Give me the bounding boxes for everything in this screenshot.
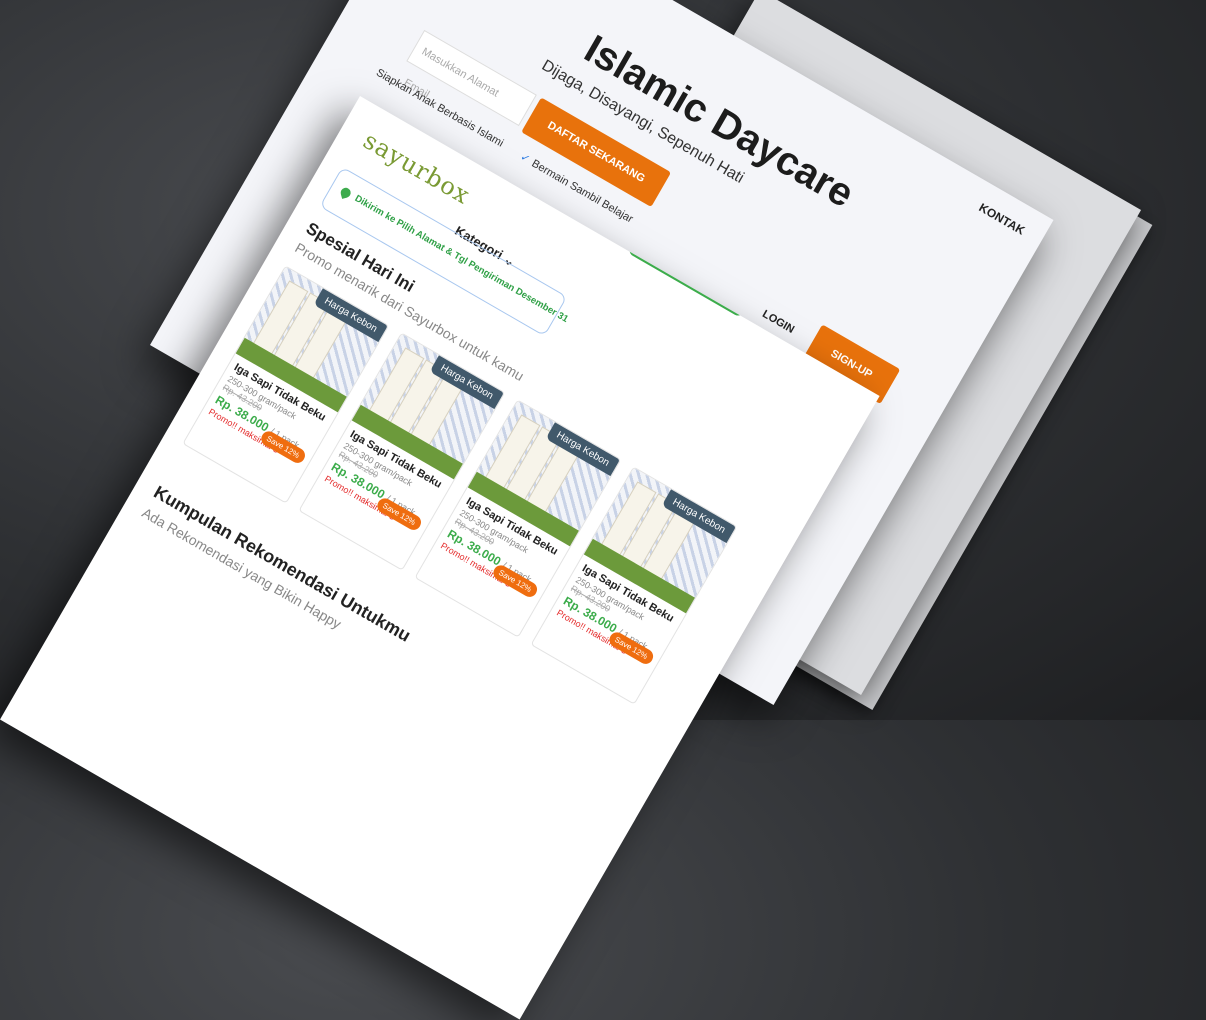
- daycare-nav: KONTAK: [977, 200, 1028, 237]
- section-subtitle-rekomendasi: Ada Rekomendasi yang Bikin Happy: [139, 504, 345, 632]
- location-pin-icon: [339, 186, 352, 199]
- nav-item-kontak[interactable]: KONTAK: [977, 200, 1028, 237]
- check-icon: ✓: [518, 150, 533, 166]
- email-input[interactable]: Masukkan Alamat Email: [402, 29, 537, 127]
